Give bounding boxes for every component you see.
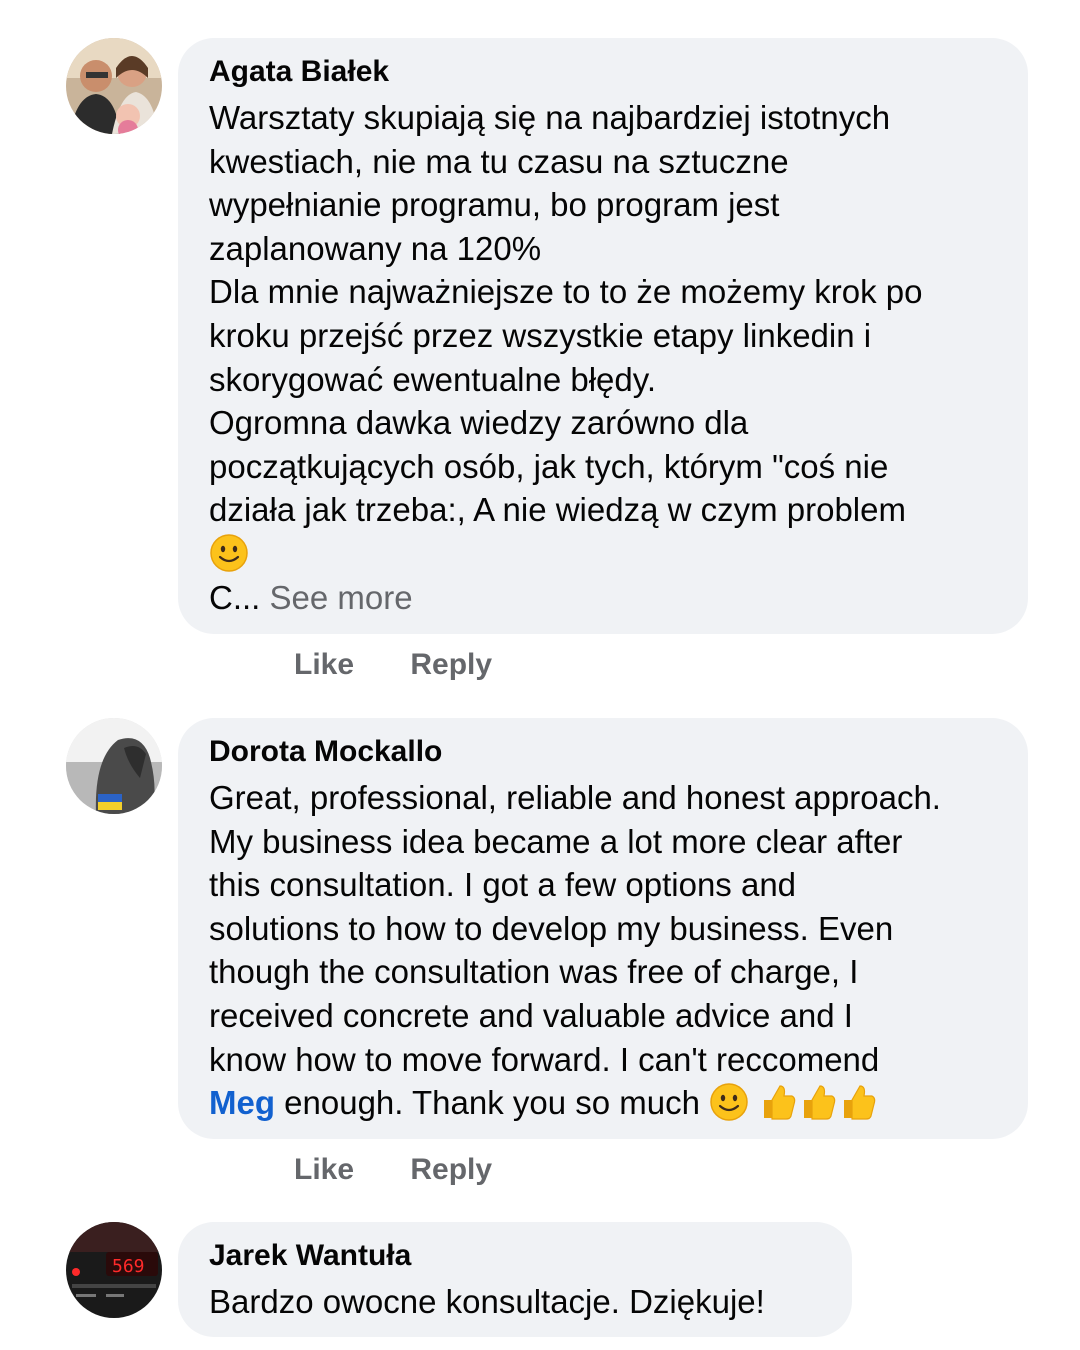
comment-line: skorygować ewentualne błędy. [209,360,656,398]
comment-line: know how to move forward. I can't reccom… [209,1040,880,1078]
comment-line: kroku przejść przez wszystkie etapy link… [209,316,872,354]
comment-actions: Like Reply [294,1153,540,1187]
comment-line: C... See more [209,576,1002,620]
comment-text: Great, professional, reliable and honest… [209,776,1002,1125]
comment-line: początkujących osób, jak tych, którym "c… [209,447,889,485]
comment-author[interactable]: Jarek Wantuła [209,1238,826,1274]
comment-text: Warsztaty skupiają się na najbardziej is… [209,96,1002,619]
comment-author[interactable]: Agata Białek [209,54,1002,90]
like-button[interactable]: Like [294,1153,354,1187]
svg-text:569: 569 [112,1256,145,1277]
truncated-text: C... [209,578,261,616]
comment-line: wypełnianie programu, bo program jest [209,186,780,224]
comment-bubble: Agata Białek Warsztaty skupiają się na n… [178,38,1028,634]
reply-button[interactable]: Reply [410,648,492,682]
reply-button[interactable]: Reply [410,1153,492,1187]
comment-line: received concrete and valuable advice an… [209,996,853,1034]
comment-line: Ogromna dawka wiedzy zarówno dla [209,404,749,442]
see-more-link[interactable]: See more [270,579,413,616]
comment-author[interactable]: Dorota Mockallo [209,734,1002,770]
comment-text-tail: enough. Thank you so much [275,1084,710,1122]
mention-link[interactable]: Meg [209,1084,275,1121]
comment-line: kwestiach, nie ma tu czasu na sztuczne [209,142,789,180]
comment-line: though the consultation was free of char… [209,953,859,991]
avatar[interactable] [66,718,162,814]
comment-line: zaplanowany na 120% [209,229,542,267]
comment-line: Bardzo owocne konsultacje. Dziękuje! [209,1283,765,1320]
comment-line: this consultation. I got a few options a… [209,866,797,904]
like-button[interactable]: Like [294,648,354,682]
avatar[interactable]: 569 [66,1222,162,1318]
thumbs-up-emoji [798,1082,838,1122]
thumbs-up-emoji [838,1082,878,1122]
comment-bubble: Dorota Mockallo Great, professional, rel… [178,718,1028,1139]
slightly-smiling-face-emoji [209,533,249,573]
comment-bubble: Jarek Wantuła Bardzo owocne konsultacje.… [178,1222,852,1337]
comment-line: Warsztaty skupiają się na najbardziej is… [209,99,891,136]
avatar[interactable] [66,38,162,134]
comment-line: solutions to how to develop my business.… [209,909,894,947]
slightly-smiling-face-emoji [709,1082,749,1122]
comment-text: Bardzo owocne konsultacje. Dziękuje! [209,1280,826,1324]
comment-line: Meg enough. Thank you so much [209,1081,1002,1125]
comment-line: My business idea became a lot more clear… [209,822,903,860]
comment-line: Great, professional, reliable and honest… [209,779,941,816]
comment-line: działa jak trzeba:, A nie wiedzą w czym … [209,491,906,529]
comment-actions: Like Reply [294,648,540,682]
comment-line [209,532,1002,576]
comment-line: Dla mnie najważniejsze to to że możemy k… [209,273,923,311]
thumbs-up-emoji [758,1082,798,1122]
